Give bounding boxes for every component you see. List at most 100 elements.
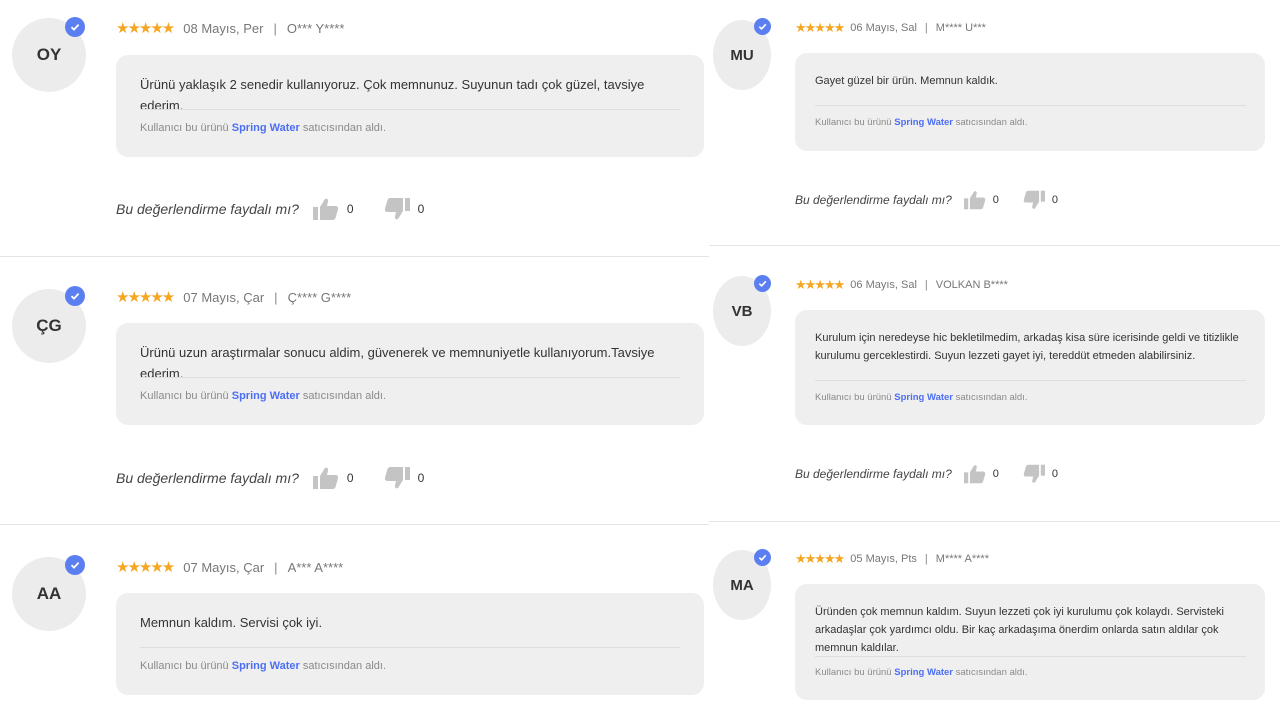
review-text: Memnun kaldım. Servisi çok iyi. [140, 615, 323, 630]
review-text: Ürünü yaklaşık 2 senedir kullanıyoruz. Ç… [140, 77, 645, 114]
like-count: 0 [346, 202, 354, 216]
dislike-count: 0 [417, 202, 425, 216]
reviewer-name: Ç**** G**** [287, 290, 352, 305]
review-bubble: Ürünü yaklaşık 2 senedir kullanıyoruz. Ç… [116, 55, 704, 157]
review-date: 07 Mayıs, Çar [183, 560, 265, 575]
review-bubble: Gayet güzel bir ürün. Memnun kaldık. Kul… [795, 53, 1265, 151]
review-date: 06 Mayıs, Sal [850, 21, 917, 34]
review-meta: ★★★★★ 05 Mayıs, Pts | M**** A**** [795, 551, 989, 566]
reviewer-name: M**** U*** [935, 21, 986, 34]
dislike-count: 0 [1051, 468, 1058, 480]
review-bubble: Ürünü uzun araştırmalar sonucu aldim, gü… [116, 323, 704, 425]
helpful-row: Bu değerlendirme faydalı mı? 0 0 [795, 464, 1082, 484]
thumbs-up-button[interactable]: 0 [312, 467, 354, 489]
review-bubble: Üründen çok memnun kaldım. Suyun lezzeti… [795, 584, 1265, 700]
review-meta: ★★★★★ 06 Mayıs, Sal | VOLKAN B**** [795, 277, 1008, 292]
helpful-row: Bu değerlendirme faydalı mı? 0 0 [116, 198, 454, 220]
thumbs-up-icon [963, 191, 986, 210]
review-text: Ürünü uzun araştırmalar sonucu aldim, gü… [140, 345, 655, 382]
seller-link[interactable]: Spring Water [232, 390, 300, 402]
review-card: ÇG ★★★★★ 07 Mayıs, Çar | Ç**** G**** Ürü… [0, 257, 709, 525]
thumbs-down-button[interactable]: 0 [384, 198, 425, 220]
seller-link[interactable]: Spring Water [232, 122, 300, 134]
review-card: AA ★★★★★ 07 Mayıs, Çar | A*** A**** Memn… [0, 525, 709, 720]
helpful-question: Bu değerlendirme faydalı mı? [795, 467, 952, 481]
reviewer-name: O*** Y**** [286, 21, 345, 36]
review-card: VB ★★★★★ 06 Mayıs, Sal | VOLKAN B**** Ku… [709, 246, 1280, 522]
helpful-row: Bu değerlendirme faydalı mı? 0 0 [116, 467, 454, 489]
review-meta: ★★★★★ 07 Mayıs, Çar | Ç**** G**** [116, 289, 352, 306]
star-rating: ★★★★★ [116, 559, 175, 576]
verified-badge-icon [65, 17, 85, 37]
helpful-question: Bu değerlendirme faydalı mı? [795, 193, 952, 207]
thumbs-up-button[interactable]: 0 [963, 190, 999, 210]
seller-info: Kullanıcı bu ürünü Spring Water satıcısı… [815, 117, 1028, 128]
reviewer-name: M**** A**** [935, 552, 989, 565]
thumbs-down-icon [384, 198, 410, 220]
helpful-question: Bu değerlendirme faydalı mı? [116, 470, 299, 486]
seller-info: Kullanıcı bu ürünü Spring Water satıcısı… [140, 660, 387, 672]
divider [815, 105, 1246, 106]
star-rating: ★★★★★ [116, 20, 175, 37]
reviewer-name: VOLKAN B**** [935, 278, 1008, 291]
review-meta: ★★★★★ 06 Mayıs, Sal | M**** U*** [795, 20, 986, 35]
thumbs-up-icon [312, 467, 339, 489]
review-card: OY ★★★★★ 08 Mayıs, Per | O*** Y**** Ürün… [0, 0, 709, 257]
review-meta: ★★★★★ 07 Mayıs, Çar | A*** A**** [116, 559, 344, 576]
seller-info: Kullanıcı bu ürünü Spring Water satıcısı… [140, 390, 387, 402]
like-count: 0 [346, 471, 354, 485]
reviews-column-left: OY ★★★★★ 08 Mayıs, Per | O*** Y**** Ürün… [0, 0, 709, 720]
review-date: 07 Mayıs, Çar [183, 290, 265, 305]
review-meta: ★★★★★ 08 Mayıs, Per | O*** Y**** [116, 20, 345, 37]
review-text: Kurulum için neredeyse hic bekletilmedim… [815, 332, 1239, 363]
reviews-column-right: MU ★★★★★ 06 Mayıs, Sal | M**** U*** Gaye… [709, 0, 1280, 720]
divider [140, 377, 680, 378]
divider [815, 656, 1246, 657]
seller-link[interactable]: Spring Water [894, 667, 953, 678]
thumbs-down-button[interactable]: 0 [1023, 190, 1058, 210]
star-rating: ★★★★★ [795, 20, 845, 35]
seller-link[interactable]: Spring Water [894, 392, 953, 403]
thumbs-down-icon [1023, 464, 1045, 483]
thumbs-down-icon [384, 467, 410, 489]
reviewer-name: A*** A**** [287, 560, 344, 575]
review-text: Üründen çok memnun kaldım. Suyun lezzeti… [815, 606, 1225, 655]
thumbs-down-button[interactable]: 0 [384, 467, 425, 489]
dislike-count: 0 [417, 471, 425, 485]
star-rating: ★★★★★ [795, 551, 845, 566]
review-bubble: Memnun kaldım. Servisi çok iyi. Kullanıc… [116, 593, 704, 695]
seller-info: Kullanıcı bu ürünü Spring Water satıcısı… [815, 392, 1028, 403]
like-count: 0 [992, 468, 999, 480]
thumbs-up-button[interactable]: 0 [312, 198, 354, 220]
thumbs-up-button[interactable]: 0 [963, 464, 999, 484]
review-bubble: Kurulum için neredeyse hic bekletilmedim… [795, 310, 1265, 425]
verified-badge-icon [754, 549, 771, 566]
verified-badge-icon [65, 555, 85, 575]
dislike-count: 0 [1051, 194, 1058, 206]
like-count: 0 [992, 194, 999, 206]
thumbs-up-icon [963, 465, 986, 484]
helpful-row: Bu değerlendirme faydalı mı? 0 0 [795, 190, 1082, 210]
verified-badge-icon [754, 275, 771, 292]
thumbs-down-button[interactable]: 0 [1023, 464, 1058, 484]
divider [140, 109, 680, 110]
seller-link[interactable]: Spring Water [894, 117, 953, 128]
seller-info: Kullanıcı bu ürünü Spring Water satıcısı… [815, 667, 1028, 678]
helpful-question: Bu değerlendirme faydalı mı? [116, 201, 299, 217]
divider [140, 647, 680, 648]
review-date: 08 Mayıs, Per [183, 21, 264, 36]
star-rating: ★★★★★ [795, 277, 845, 292]
verified-badge-icon [754, 18, 771, 35]
seller-link[interactable]: Spring Water [232, 660, 300, 672]
review-card: MU ★★★★★ 06 Mayıs, Sal | M**** U*** Gaye… [709, 0, 1280, 246]
thumbs-up-icon [312, 198, 339, 220]
thumbs-down-icon [1023, 190, 1045, 209]
seller-info: Kullanıcı bu ürünü Spring Water satıcısı… [140, 122, 387, 134]
review-text: Gayet güzel bir ürün. Memnun kaldık. [815, 75, 998, 87]
verified-badge-icon [65, 286, 85, 306]
review-date: 06 Mayıs, Sal [850, 278, 917, 291]
star-rating: ★★★★★ [116, 289, 175, 306]
review-card: MA ★★★★★ 05 Mayıs, Pts | M**** A**** Ürü… [709, 522, 1280, 720]
divider [815, 380, 1246, 381]
review-date: 05 Mayıs, Pts [850, 552, 917, 565]
